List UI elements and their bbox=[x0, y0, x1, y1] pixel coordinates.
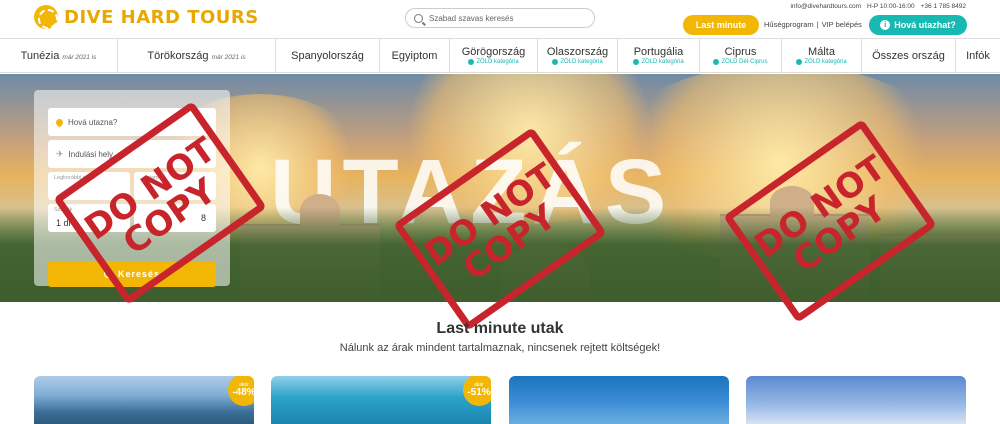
destination-placeholder: Hová utazna? bbox=[68, 117, 118, 127]
logo-badge-icon bbox=[34, 5, 58, 29]
where-button-label: Hová utazhat? bbox=[894, 20, 956, 30]
loyalty-link[interactable]: Hűségprogram bbox=[764, 20, 814, 29]
green-category-badge: ZÖLD kategória bbox=[476, 59, 519, 65]
info-icon: i bbox=[880, 20, 891, 30]
nav-item-olaszorszag[interactable]: Olaszország ZÖLD kategória bbox=[538, 39, 618, 72]
nav-item-egyiptom[interactable]: Egyiptom bbox=[380, 39, 450, 72]
discount-badge: akár -51% bbox=[463, 376, 491, 406]
offer-card[interactable] bbox=[509, 376, 729, 424]
nav-item-label: Málta bbox=[808, 46, 835, 58]
nav-item-note: már 2021 is bbox=[62, 53, 97, 61]
nav-item-note: már 2021 is bbox=[211, 53, 246, 61]
section-title: Last minute utak bbox=[436, 320, 564, 337]
search-input[interactable] bbox=[429, 13, 589, 23]
search-box[interactable] bbox=[405, 8, 595, 28]
offer-card[interactable]: akár -48% bbox=[34, 376, 254, 424]
site-header: DIVE HARD TOURS info@divehardtours.com H… bbox=[0, 0, 1000, 38]
green-category-badge: ZÖLD kategória bbox=[560, 59, 603, 65]
nav-item-tunezia[interactable]: Tunézia már 2021 is bbox=[0, 39, 118, 72]
offer-card[interactable] bbox=[746, 376, 966, 424]
nav-item-label: Infók bbox=[966, 49, 990, 62]
country-nav: Tunézia már 2021 is Törökország már 2021… bbox=[0, 38, 1000, 73]
nav-item-label: Portugália bbox=[633, 46, 684, 58]
nav-item-spanyolorszag[interactable]: Spanyolország bbox=[276, 39, 380, 72]
nav-item-label: Görögország bbox=[461, 46, 526, 58]
nav-item-label: Összes ország bbox=[872, 49, 945, 62]
discount-badge: akár -48% bbox=[228, 376, 254, 406]
email-link[interactable]: info@divehardtours.com bbox=[790, 3, 861, 10]
location-pin-icon bbox=[54, 117, 65, 127]
discount-value: -48% bbox=[232, 387, 254, 398]
nav-item-osszes-orszag[interactable]: Összes ország bbox=[862, 39, 956, 72]
offer-card[interactable]: akár -51% bbox=[271, 376, 491, 424]
nav-item-gorogorszag[interactable]: Görögország ZÖLD kategória bbox=[450, 39, 538, 72]
logo-text: DIVE HARD TOURS bbox=[64, 6, 259, 28]
check-icon bbox=[633, 59, 640, 65]
search-icon bbox=[414, 13, 423, 23]
discount-value: -51% bbox=[467, 387, 491, 398]
nav-item-torokorszag[interactable]: Törökország már 2021 is bbox=[118, 39, 276, 72]
phone-link[interactable]: +36 1 785 8492 bbox=[921, 3, 966, 10]
plane-icon: ✈ bbox=[56, 148, 64, 159]
where-can-i-travel-button[interactable]: i Hová utazhat? bbox=[869, 15, 967, 35]
green-category-badge: ZÖLD kategória bbox=[804, 59, 847, 65]
opening-hours: H-P 10:00-16:00 bbox=[867, 3, 915, 10]
departure-placeholder: Indulási hely bbox=[68, 149, 114, 159]
nav-item-label: Ciprus bbox=[724, 46, 757, 58]
nav-item-malta[interactable]: Málta ZÖLD kategória bbox=[782, 39, 862, 72]
check-icon bbox=[796, 59, 803, 65]
contact-bar: info@divehardtours.com H-P 10:00-16:00 +… bbox=[790, 3, 966, 10]
last-minute-button[interactable]: Last minute bbox=[683, 15, 759, 35]
nav-item-label: Spanyolország bbox=[291, 49, 364, 62]
green-category-badge: ZÖLD kategória bbox=[641, 59, 684, 65]
nav-item-portugalia[interactable]: Portugália ZÖLD kategória bbox=[618, 39, 700, 72]
check-icon bbox=[552, 59, 559, 65]
nav-item-ciprus[interactable]: Ciprus ZÖLD Dél-Ciprus bbox=[700, 39, 782, 72]
nav-item-label: Törökország bbox=[147, 49, 209, 62]
separator: | bbox=[816, 20, 819, 29]
green-category-badge: ZÖLD Dél-Ciprus bbox=[721, 59, 768, 65]
vip-login-link[interactable]: VIP belépés bbox=[822, 20, 862, 29]
logo[interactable]: DIVE HARD TOURS bbox=[34, 5, 259, 29]
nav-item-label: Egyiptom bbox=[391, 49, 438, 62]
check-icon bbox=[713, 59, 720, 65]
nav-item-label: Tunézia bbox=[20, 49, 60, 62]
utility-links: Hűségprogram | VIP belépés bbox=[764, 20, 862, 29]
section-subtitle: Nálunk az árak mindent tartalmaznak, nin… bbox=[339, 342, 661, 354]
nav-item-label: Olaszország bbox=[546, 46, 609, 58]
nav-item-infok[interactable]: Infók bbox=[956, 39, 1000, 72]
check-icon bbox=[468, 59, 475, 65]
